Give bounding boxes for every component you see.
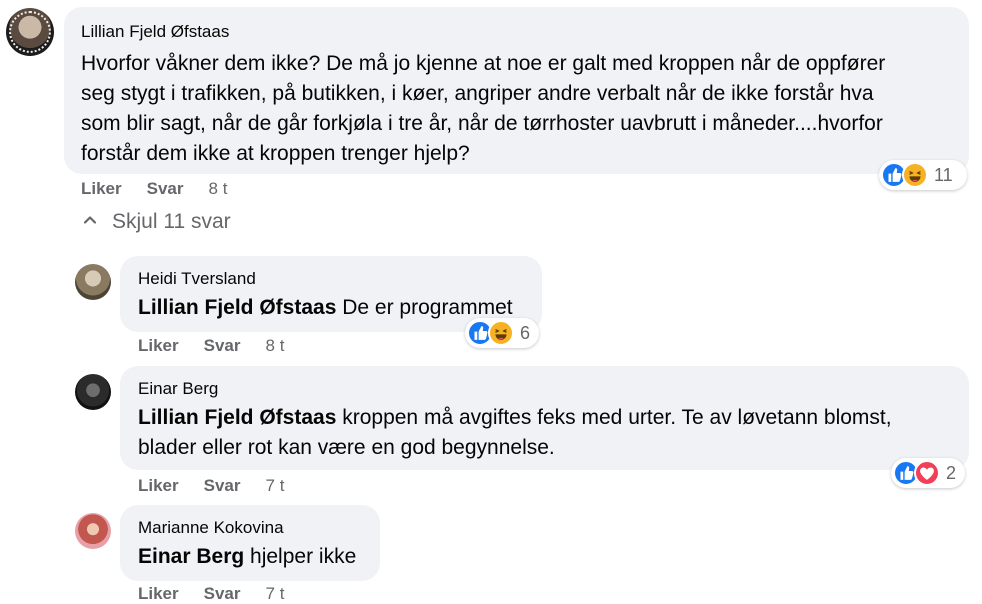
reply-author[interactable]: Marianne Kokovina [138, 517, 362, 539]
reply-button[interactable]: Svar [147, 179, 184, 199]
hide-replies-label: Skjul 11 svar [112, 210, 231, 233]
mention-tag[interactable]: Lillian Fjeld Øfstaas [138, 406, 336, 429]
comment-actions: Liker Svar 8 t [81, 179, 227, 199]
reply-button[interactable]: Svar [204, 336, 241, 356]
avatar[interactable] [75, 513, 111, 549]
reply-timestamp[interactable]: 8 t [266, 336, 285, 356]
reply-actions: Liker Svar 7 t [138, 584, 284, 604]
love-icon [914, 460, 940, 486]
comment-timestamp[interactable]: 8 t [209, 179, 228, 199]
avatar-ring [9, 11, 51, 53]
like-button[interactable]: Liker [138, 476, 179, 496]
reply-body: De er programmet [336, 296, 513, 319]
avatar[interactable] [75, 374, 111, 410]
mention-tag[interactable]: Lillian Fjeld Øfstaas [138, 296, 336, 319]
avatar[interactable] [75, 264, 111, 300]
reply-author[interactable]: Heidi Tversland [138, 268, 524, 290]
avatar[interactable] [6, 8, 54, 56]
like-button[interactable]: Liker [138, 336, 179, 356]
reply-bubble: Einar Berg Lillian Fjeld Øfstaas kroppen… [120, 366, 969, 470]
reply-text: Einar Berg hjelper ikke [138, 542, 362, 572]
haha-icon [902, 162, 928, 188]
like-button[interactable]: Liker [81, 179, 122, 199]
reply-actions: Liker Svar 8 t [138, 336, 284, 356]
reaction-count: 6 [520, 322, 531, 343]
reaction-summary[interactable]: 2 [891, 458, 965, 488]
reply-text-line: blader eller rot kan være en god begynne… [138, 436, 555, 459]
mention-tag[interactable]: Einar Berg [138, 545, 244, 568]
reply-timestamp[interactable]: 7 t [266, 476, 285, 496]
reply-author[interactable]: Einar Berg [138, 378, 951, 400]
reaction-summary[interactable]: 6 [465, 318, 539, 348]
reply-text: Lillian Fjeld Øfstaas kroppen må avgifte… [138, 403, 951, 433]
reply-bubble: Marianne Kokovina Einar Berg hjelper ikk… [120, 505, 380, 581]
reply-button[interactable]: Svar [204, 584, 241, 604]
reply-actions: Liker Svar 7 t [138, 476, 284, 496]
comment-text-line: seg stygt i trafikken, på butikken, i kø… [81, 82, 874, 105]
hide-replies-button[interactable]: Skjul 11 svar [82, 210, 231, 234]
reply-body: hjelper ikke [244, 545, 357, 568]
haha-icon [488, 320, 514, 346]
comment-text-line: som blir sagt, når de går forkjøla i tre… [81, 112, 883, 135]
comment-text-line: Hvorfor våkner dem ikke? De må jo kjenne… [81, 52, 886, 75]
chevron-up-icon [82, 210, 104, 234]
comment-author[interactable]: Lillian Fjeld Øfstaas [81, 21, 953, 43]
reaction-summary[interactable]: 11 [879, 160, 967, 190]
comment-bubble: Lillian Fjeld Øfstaas Hvorfor våkner dem… [64, 7, 969, 174]
reply-body: kroppen må avgiftes feks med urter. Te a… [336, 406, 892, 429]
reaction-count: 2 [946, 462, 957, 483]
reply-text: Lillian Fjeld Øfstaas De er programmet [138, 293, 524, 323]
comment-text-line: forstår dem ikke at kroppen trenger hjel… [81, 142, 470, 165]
reply-button[interactable]: Svar [204, 476, 241, 496]
reply-timestamp[interactable]: 7 t [266, 584, 285, 604]
reaction-count: 11 [934, 164, 953, 185]
like-button[interactable]: Liker [138, 584, 179, 604]
